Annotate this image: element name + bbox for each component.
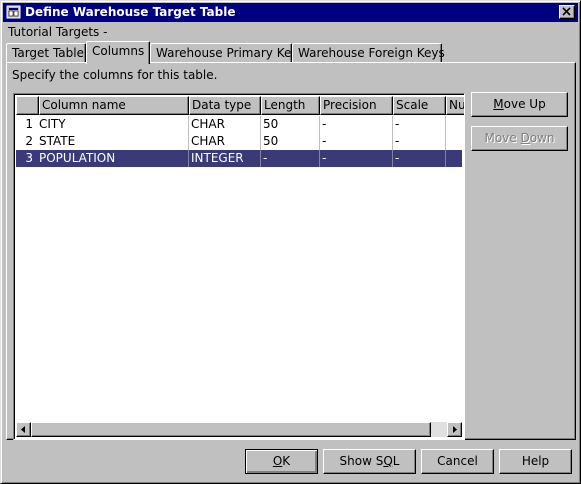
scroll-thumb[interactable] bbox=[31, 422, 431, 437]
cancel-button[interactable]: Cancel bbox=[421, 449, 494, 474]
cell-length[interactable]: - bbox=[261, 150, 320, 167]
cell-precision[interactable]: - bbox=[320, 133, 393, 150]
tab-warehouse-primary-key[interactable]: Warehouse Primary Key bbox=[150, 43, 298, 63]
show-sql-label-post: L bbox=[392, 454, 400, 468]
header-scale[interactable]: Scale bbox=[393, 96, 446, 115]
cell-nullable[interactable] bbox=[446, 150, 462, 167]
columns-grid[interactable]: Column name Data type Length Precision S… bbox=[13, 93, 465, 440]
row-number: 3 bbox=[25, 151, 33, 165]
move-up-label-post: ove Up bbox=[503, 97, 546, 111]
table-row-selected[interactable]: 3 POPULATION INTEGER - - - bbox=[16, 150, 462, 167]
move-up-mnemonic: M bbox=[493, 97, 504, 111]
tab-columns[interactable]: Columns bbox=[86, 41, 150, 64]
move-up-button[interactable]: Move Up bbox=[471, 92, 568, 117]
title-bar[interactable]: Define Warehouse Target Table bbox=[3, 3, 578, 22]
close-button[interactable] bbox=[559, 5, 575, 19]
ok-label-post: K bbox=[282, 454, 291, 468]
cell-scale[interactable]: - bbox=[393, 150, 446, 167]
ok-button[interactable]: OK bbox=[245, 449, 318, 474]
show-sql-label-pre: Show S bbox=[339, 454, 384, 468]
table-row[interactable]: 1 CITY CHAR 50 - - bbox=[16, 116, 462, 133]
cell-nullable[interactable] bbox=[446, 116, 462, 133]
grid-header: Column name Data type Length Precision S… bbox=[16, 96, 464, 115]
cell-scale[interactable]: - bbox=[393, 133, 446, 150]
scroll-left-icon bbox=[21, 426, 25, 433]
show-sql-mnemonic: Q bbox=[383, 454, 393, 468]
instruction-text: Specify the columns for this table. bbox=[12, 68, 218, 82]
move-down-label-post: own bbox=[529, 131, 555, 145]
table-row[interactable]: 2 STATE CHAR 50 - - bbox=[16, 133, 462, 150]
row-number: 2 bbox=[25, 134, 33, 148]
scroll-right-button[interactable] bbox=[447, 422, 462, 437]
help-button[interactable]: Help bbox=[499, 449, 572, 474]
window-title: Define Warehouse Target Table bbox=[25, 5, 236, 19]
header-precision[interactable]: Precision bbox=[320, 96, 393, 115]
horizontal-scrollbar[interactable] bbox=[16, 422, 462, 437]
cell-precision[interactable]: - bbox=[320, 116, 393, 133]
header-nullable[interactable]: Nu bbox=[446, 96, 464, 115]
header-data-type[interactable]: Data type bbox=[189, 96, 261, 115]
move-down-button[interactable]: Move Down bbox=[471, 126, 568, 151]
tab-warehouse-foreign-keys[interactable]: Warehouse Foreign Keys bbox=[292, 43, 445, 63]
scroll-left-button[interactable] bbox=[16, 422, 31, 437]
cell-length[interactable]: 50 bbox=[261, 116, 320, 133]
dialog-subtitle: Tutorial Targets - bbox=[8, 25, 108, 39]
header-corner[interactable] bbox=[16, 96, 39, 115]
dialog-window: Define Warehouse Target Table Tutorial T… bbox=[0, 0, 581, 484]
cell-column-name[interactable]: STATE bbox=[37, 133, 189, 150]
header-column-name[interactable]: Column name bbox=[39, 96, 189, 115]
cell-nullable[interactable] bbox=[446, 133, 462, 150]
cell-length[interactable]: 50 bbox=[261, 133, 320, 150]
close-icon bbox=[562, 7, 571, 16]
app-icon bbox=[6, 5, 22, 20]
cell-data-type[interactable]: CHAR bbox=[189, 133, 261, 150]
cell-data-type[interactable]: INTEGER bbox=[189, 150, 261, 167]
scroll-right-icon bbox=[453, 426, 457, 433]
move-down-label-pre: Move bbox=[484, 131, 521, 145]
show-sql-button[interactable]: Show SQL bbox=[323, 449, 416, 474]
ok-mnemonic: O bbox=[272, 454, 283, 468]
move-down-mnemonic: D bbox=[520, 131, 530, 145]
cell-precision[interactable]: - bbox=[320, 150, 393, 167]
tab-target-table[interactable]: Target Table bbox=[6, 43, 86, 63]
cell-scale[interactable]: - bbox=[393, 116, 446, 133]
cell-data-type[interactable]: CHAR bbox=[189, 116, 261, 133]
header-length[interactable]: Length bbox=[261, 96, 320, 115]
cell-column-name[interactable]: CITY bbox=[37, 116, 189, 133]
row-number: 1 bbox=[25, 117, 33, 131]
cell-column-name[interactable]: POPULATION bbox=[37, 150, 189, 167]
